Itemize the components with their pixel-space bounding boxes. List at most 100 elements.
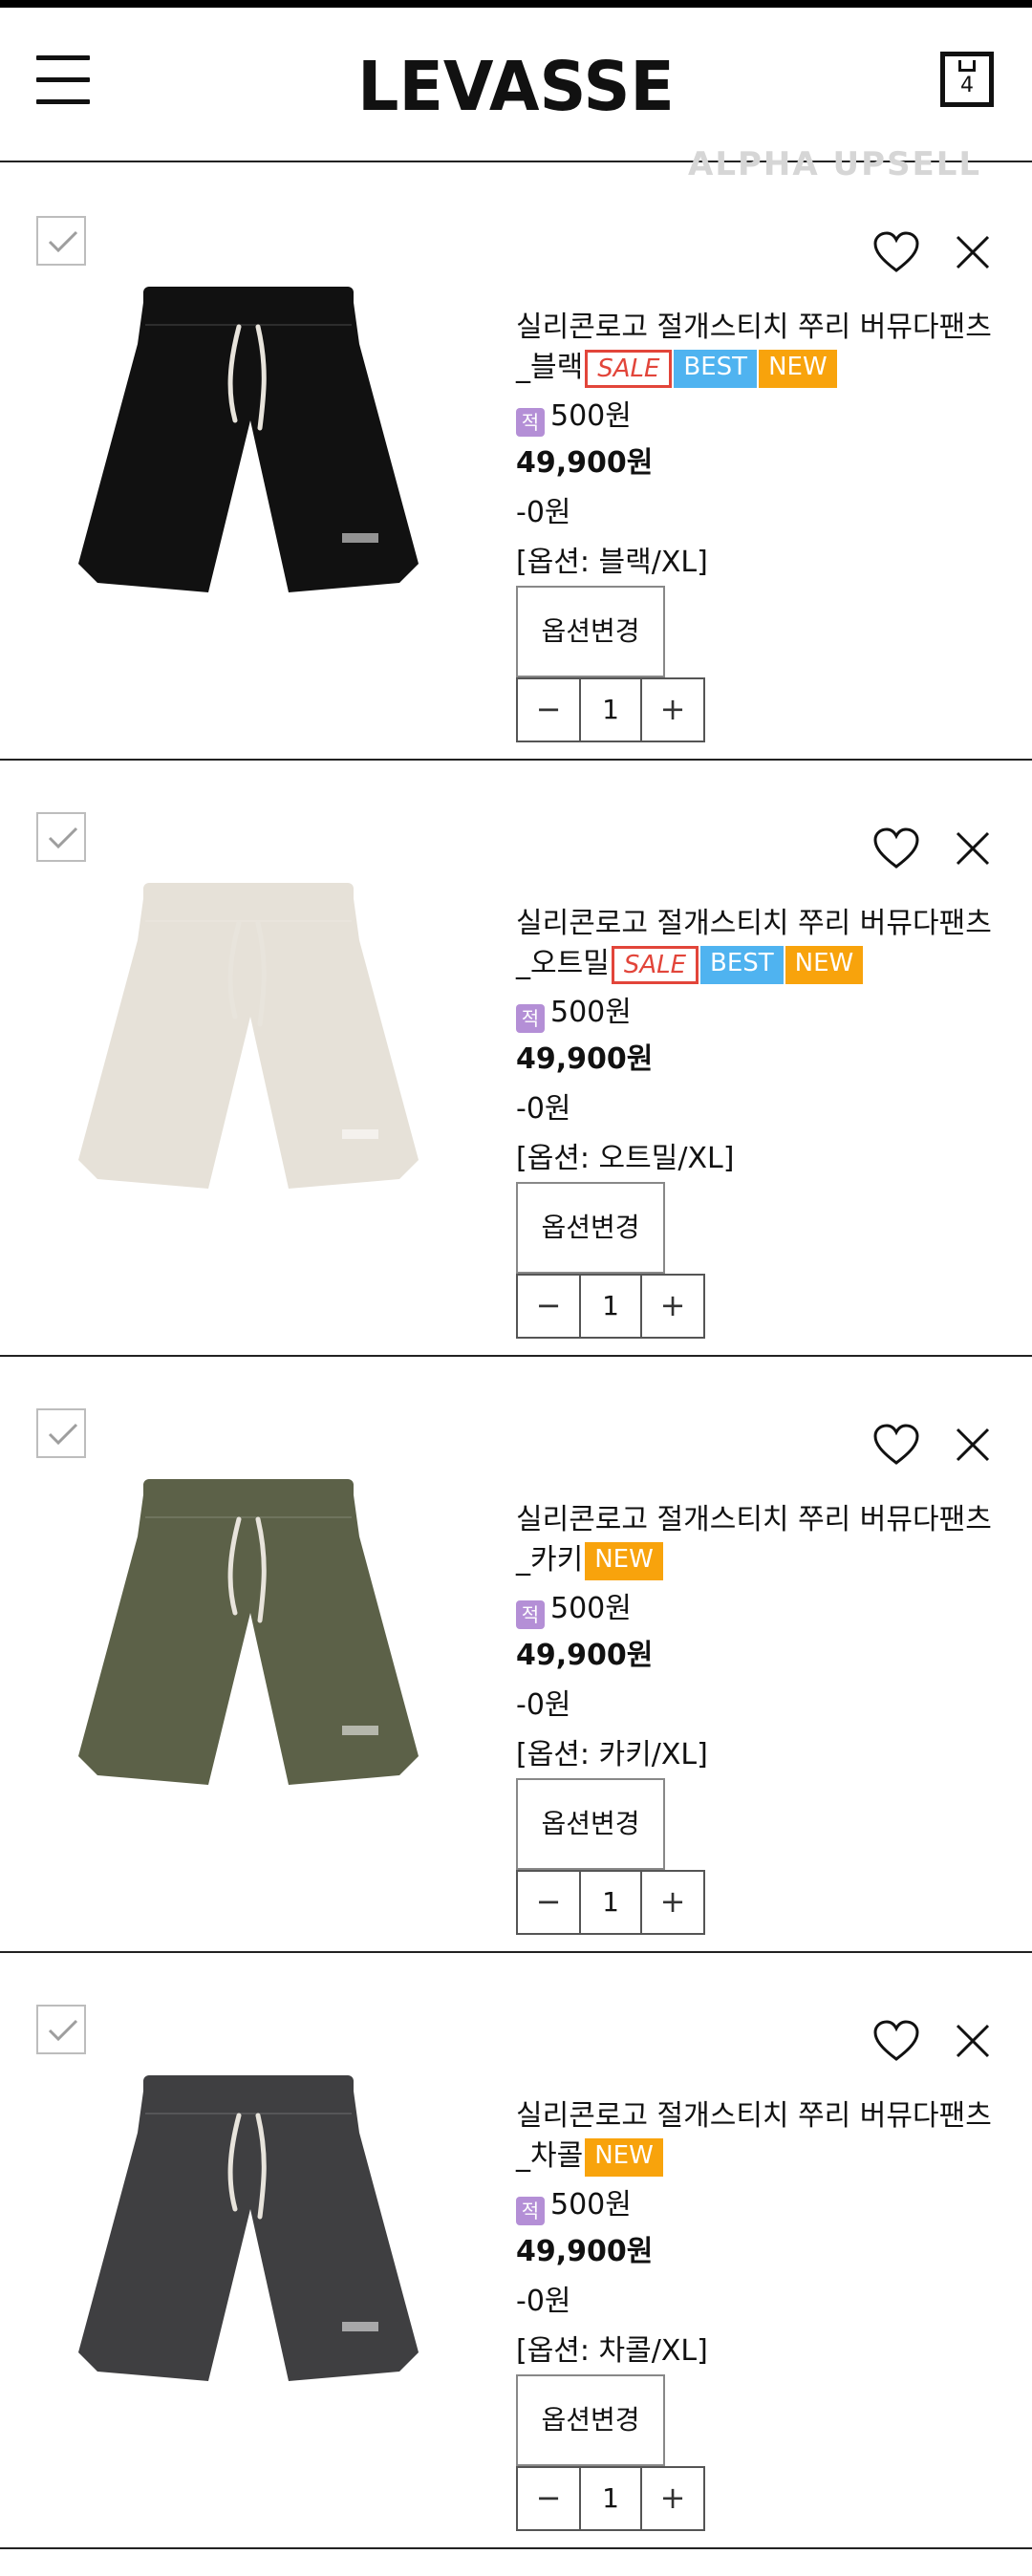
- quantity-stepper: − 1 +: [516, 1870, 705, 1935]
- quantity-value[interactable]: 1: [579, 1276, 642, 1337]
- remove-item-close-icon[interactable]: [954, 233, 992, 271]
- badge-group: NEW: [583, 1541, 663, 1580]
- points-row: 적 500원: [516, 2188, 994, 2225]
- logo-patch: [342, 2322, 378, 2331]
- hamburger-menu-icon[interactable]: [36, 55, 90, 105]
- logo-patch: [342, 1129, 378, 1139]
- point-icon: 적: [516, 1600, 545, 1629]
- sale-badge: SALE: [585, 349, 673, 388]
- wishlist-heart-icon[interactable]: [873, 231, 919, 273]
- quantity-stepper: − 1 +: [516, 677, 705, 742]
- quantity-decrease-button[interactable]: −: [518, 679, 579, 741]
- discount-amount: -0원: [516, 1092, 571, 1126]
- logo-patch: [342, 1726, 378, 1735]
- product-name[interactable]: 실리콘로고 절개스티치 쭈리 버뮤다팬츠_카키 NEW: [516, 1500, 994, 1580]
- point-icon: 적: [516, 408, 545, 437]
- product-price: 49,900원: [516, 1042, 654, 1076]
- points-value: 500원: [550, 1592, 632, 1625]
- selected-option: [옵션: 오트밀/XL]: [516, 1142, 735, 1175]
- cart-bag-handle: [958, 60, 976, 72]
- cart-item: 실리콘로고 절개스티치 쭈리 버뮤다팬츠_차콜 NEW 적 500원 49,900원…: [0, 1953, 1032, 2549]
- product-image[interactable]: [38, 873, 459, 1265]
- quantity-increase-button[interactable]: +: [642, 1276, 703, 1337]
- cart-item: 실리콘로고 절개스티치 쭈리 버뮤다팬츠_카키 NEW 적 500원 49,900원…: [0, 1357, 1032, 1953]
- product-image[interactable]: [38, 1470, 459, 1861]
- points-row: 적 500원: [516, 996, 994, 1033]
- selected-option: [옵션: 카키/XL]: [516, 1738, 708, 1771]
- discount-amount: -0원: [516, 496, 571, 529]
- shorts-image: [78, 2075, 419, 2381]
- point-icon: 적: [516, 2197, 545, 2225]
- cart-item: 실리콘로고 절개스티치 쭈리 버뮤다팬츠_오트밀 SALE BEST NEW 적 500…: [0, 761, 1032, 1357]
- product-name[interactable]: 실리콘로고 절개스티치 쭈리 버뮤다팬츠_차콜 NEW: [516, 2096, 994, 2177]
- quantity-value[interactable]: 1: [579, 679, 642, 741]
- quantity-value[interactable]: 1: [579, 2468, 642, 2529]
- change-option-button[interactable]: 옵션변경: [516, 586, 665, 677]
- header: LEVASSE 4: [0, 8, 1032, 162]
- badge-group: NEW: [583, 2137, 663, 2177]
- change-option-button[interactable]: 옵션변경: [516, 2374, 665, 2466]
- selected-option: [옵션: 블랙/XL]: [516, 546, 708, 579]
- badge-group: SALE BEST NEW: [583, 349, 837, 388]
- sale-badge: SALE: [611, 945, 699, 984]
- quantity-increase-button[interactable]: +: [642, 1872, 703, 1933]
- points-row: 적 500원: [516, 399, 994, 437]
- best-badge: BEST: [700, 945, 784, 984]
- shorts-image: [78, 1479, 419, 1785]
- cart-count: 4: [960, 74, 974, 97]
- quantity-decrease-button[interactable]: −: [518, 1872, 579, 1933]
- shorts-image: [78, 883, 419, 1189]
- shorts-image: [78, 287, 419, 592]
- selected-option: [옵션: 차콜/XL]: [516, 2334, 708, 2368]
- new-badge: NEW: [585, 1541, 663, 1580]
- product-name[interactable]: 실리콘로고 절개스티치 쭈리 버뮤다팬츠_블랙 SALE BEST NEW: [516, 308, 994, 388]
- quantity-increase-button[interactable]: +: [642, 2468, 703, 2529]
- quantity-decrease-button[interactable]: −: [518, 2468, 579, 2529]
- check-icon: [48, 826, 78, 849]
- item-checkbox[interactable]: [36, 216, 86, 266]
- quantity-stepper: − 1 +: [516, 2466, 705, 2531]
- check-icon: [48, 230, 78, 253]
- point-icon: 적: [516, 1004, 545, 1033]
- wishlist-heart-icon[interactable]: [873, 2020, 919, 2062]
- remove-item-close-icon[interactable]: [954, 829, 992, 868]
- logo-patch: [342, 533, 378, 543]
- product-price: 49,900원: [516, 2235, 654, 2268]
- cart-icon[interactable]: 4: [940, 52, 994, 107]
- quantity-value[interactable]: 1: [579, 1872, 642, 1933]
- item-checkbox[interactable]: [36, 2005, 86, 2054]
- remove-item-close-icon[interactable]: [954, 2022, 992, 2060]
- cart-item: 실리콘로고 절개스티치 쭈리 버뮤다팬츠_블랙 SALE BEST NEW 적 500원…: [0, 164, 1032, 761]
- brand-logo[interactable]: LEVASSE: [315, 48, 717, 127]
- product-image[interactable]: [38, 277, 459, 669]
- change-option-button[interactable]: 옵션변경: [516, 1778, 665, 1870]
- product-info: 실리콘로고 절개스티치 쭈리 버뮤다팬츠_카키 NEW 적 500원 49,900원…: [516, 1500, 994, 1935]
- product-info: 실리콘로고 절개스티치 쭈리 버뮤다팬츠_오트밀 SALE BEST NEW 적 500…: [516, 904, 994, 1339]
- badge-group: SALE BEST NEW: [610, 945, 864, 984]
- top-black-bar: [0, 0, 1032, 8]
- discount-amount: -0원: [516, 2285, 571, 2318]
- product-name[interactable]: 실리콘로고 절개스티치 쭈리 버뮤다팬츠_오트밀 SALE BEST NEW: [516, 904, 994, 984]
- wishlist-heart-icon[interactable]: [873, 1424, 919, 1466]
- item-checkbox[interactable]: [36, 1408, 86, 1458]
- remove-item-close-icon[interactable]: [954, 1426, 992, 1464]
- quantity-stepper: − 1 +: [516, 1274, 705, 1339]
- quantity-increase-button[interactable]: +: [642, 679, 703, 741]
- item-checkbox[interactable]: [36, 812, 86, 862]
- wishlist-heart-icon[interactable]: [873, 827, 919, 869]
- best-badge: BEST: [674, 349, 758, 388]
- points-value: 500원: [550, 399, 632, 433]
- new-badge: NEW: [585, 2137, 663, 2177]
- product-image[interactable]: [38, 2066, 459, 2458]
- product-price: 49,900원: [516, 446, 654, 480]
- discount-amount: -0원: [516, 1688, 571, 1722]
- product-info: 실리콘로고 절개스티치 쭈리 버뮤다팬츠_블랙 SALE BEST NEW 적 500원…: [516, 308, 994, 742]
- change-option-button[interactable]: 옵션변경: [516, 1182, 665, 1274]
- points-value: 500원: [550, 996, 632, 1029]
- quantity-decrease-button[interactable]: −: [518, 1276, 579, 1337]
- new-badge: NEW: [785, 945, 864, 984]
- points-row: 적 500원: [516, 1592, 994, 1629]
- check-icon: [48, 1423, 78, 1446]
- check-icon: [48, 2019, 78, 2042]
- points-value: 500원: [550, 2188, 632, 2222]
